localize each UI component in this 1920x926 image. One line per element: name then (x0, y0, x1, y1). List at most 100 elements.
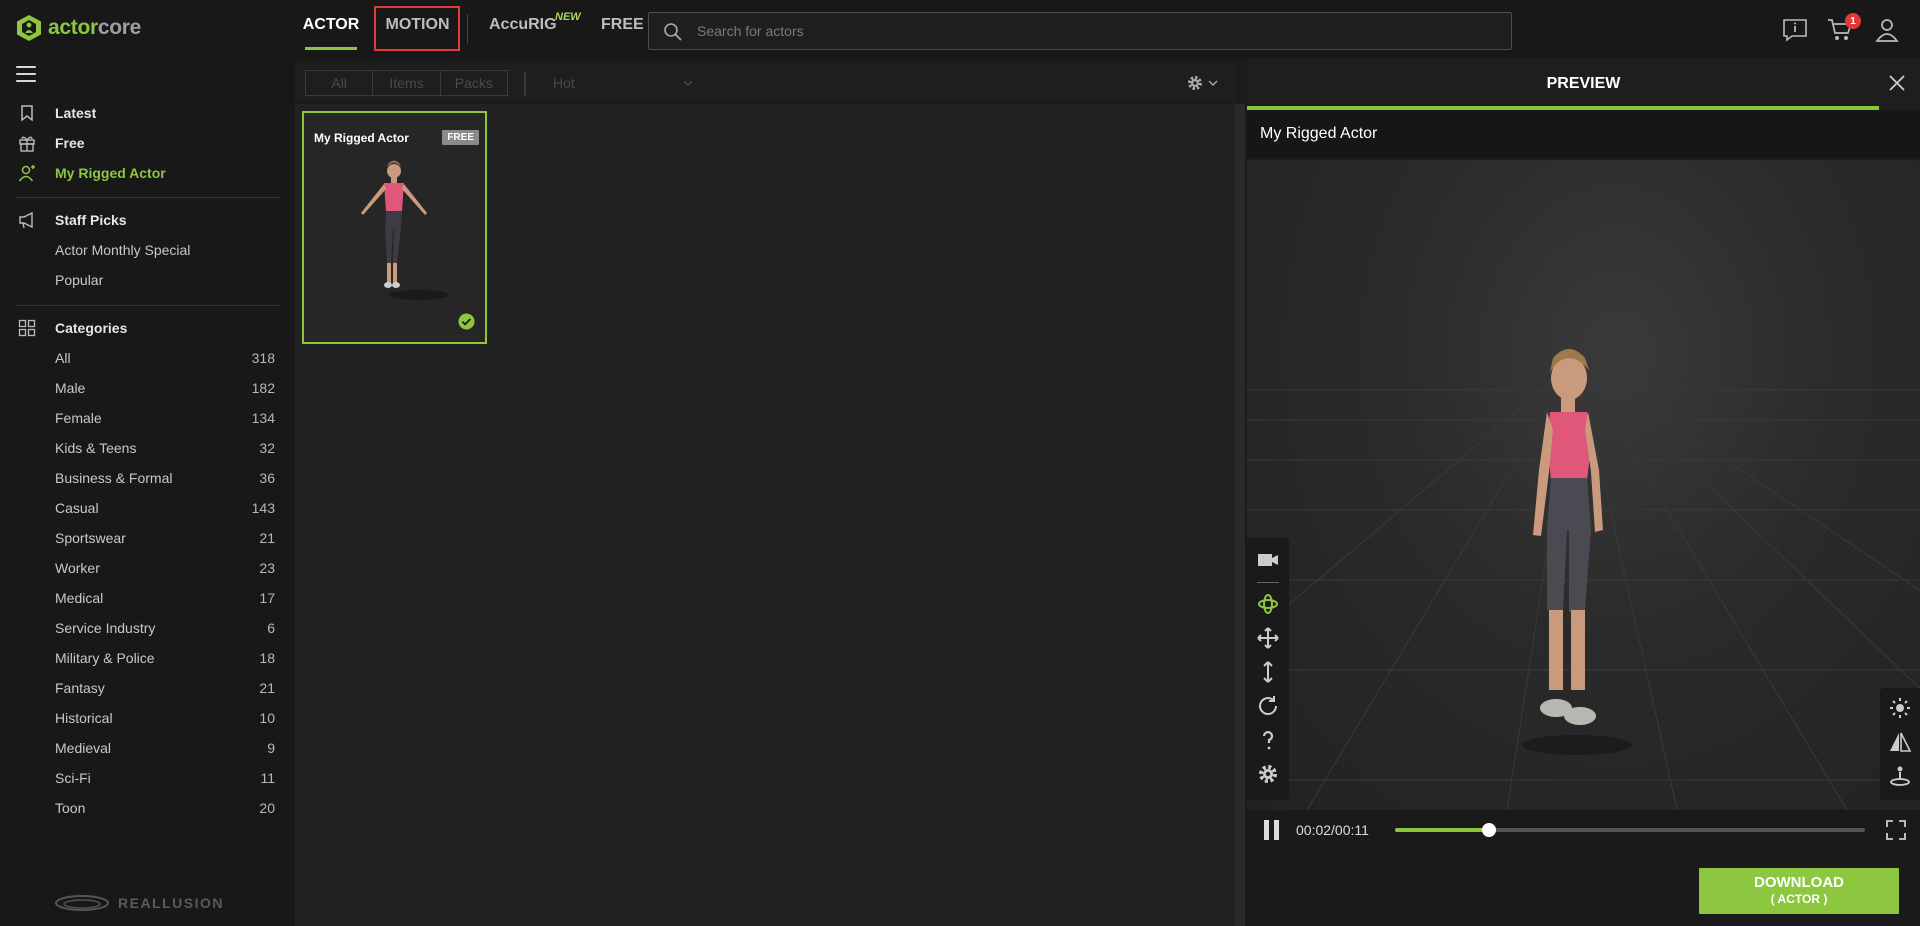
category-label: Historical (55, 710, 113, 726)
sidebar: actorcore Latest Free My Rigged Actor St… (0, 0, 295, 926)
sidebar-item-actor-monthly-special[interactable]: Actor Monthly Special (0, 235, 295, 265)
camera-icon[interactable] (1256, 548, 1280, 572)
menu-icon[interactable] (16, 66, 36, 82)
sidebar-item-categories[interactable]: Categories (0, 313, 295, 343)
category-item[interactable]: Male 182 (0, 373, 295, 403)
sidebar-item-label: Latest (55, 105, 97, 121)
preview-header: PREVIEW (1247, 58, 1920, 110)
playback-bar: 00:02/00:11 (1247, 810, 1920, 850)
category-count: 36 (259, 470, 275, 486)
sidebar-divider (15, 305, 280, 306)
actorcore-logo[interactable]: actorcore (16, 14, 141, 42)
sidebar-item-popular[interactable]: Popular (0, 265, 295, 295)
category-label: Male (55, 380, 86, 396)
sort-dropdown[interactable]: Hot (547, 70, 707, 96)
search-input[interactable] (697, 13, 1497, 49)
cart-count-badge: 1 (1845, 13, 1861, 29)
progress-fill (1395, 828, 1489, 832)
fullscreen-icon[interactable] (1886, 820, 1906, 840)
category-label: Medical (55, 590, 104, 606)
sort-value: Hot (553, 75, 575, 91)
sidebar-item-staff-picks[interactable]: Staff Picks (0, 205, 295, 235)
reset-icon[interactable] (1256, 694, 1280, 718)
gift-icon (19, 136, 35, 152)
reallusion-logo: REALLUSION (54, 893, 224, 913)
category-count: 20 (259, 800, 275, 816)
tab-actor[interactable]: ACTOR (302, 0, 360, 50)
ground-icon[interactable] (1888, 764, 1912, 788)
category-item[interactable]: Medieval 9 (0, 733, 295, 763)
filter-separator (524, 72, 526, 96)
category-item[interactable]: Historical 10 (0, 703, 295, 733)
info-icon[interactable] (1782, 17, 1808, 43)
playback-time: 00:02/00:11 (1296, 822, 1369, 838)
progress-knob[interactable] (1482, 823, 1496, 837)
category-item[interactable]: Service Industry 6 (0, 613, 295, 643)
move-icon[interactable] (1256, 626, 1280, 650)
category-item[interactable]: Business & Formal 36 (0, 463, 295, 493)
reallusion-mark-icon (55, 895, 109, 911)
check-circle-icon (458, 313, 475, 330)
segment-items[interactable]: Items (373, 71, 441, 95)
mirror-icon[interactable] (1888, 730, 1912, 754)
sidebar-item-label: Free (55, 135, 85, 151)
actor-card[interactable]: My Rigged Actor FREE (302, 111, 487, 344)
3d-viewport[interactable] (1247, 160, 1920, 810)
category-count: 143 (251, 500, 275, 516)
close-icon[interactable] (1888, 74, 1906, 92)
category-item[interactable]: Military & Police 18 (0, 643, 295, 673)
category-item[interactable]: Fantasy 21 (0, 673, 295, 703)
sidebar-item-label: Popular (55, 272, 104, 288)
category-item[interactable]: Medical 17 (0, 583, 295, 613)
tab-accurig[interactable]: AccuRIG (489, 0, 557, 50)
tab-free[interactable]: FREE (601, 0, 644, 50)
category-item[interactable]: Toon 20 (0, 793, 295, 823)
sidebar-divider (15, 197, 280, 198)
category-item[interactable]: Worker 23 (0, 553, 295, 583)
segment-all[interactable]: All (306, 71, 374, 95)
tab-active-underline (305, 47, 357, 50)
new-badge: NEW (555, 11, 581, 23)
category-count: 134 (251, 410, 275, 426)
playback-progress-slider[interactable] (1395, 823, 1865, 837)
sidebar-item-my-rigged-actor[interactable]: My Rigged Actor (0, 158, 295, 188)
category-label: Business & Formal (55, 470, 173, 486)
pause-button[interactable] (1264, 820, 1280, 840)
vertical-move-icon[interactable] (1256, 660, 1280, 684)
category-count: 11 (260, 770, 275, 786)
tab-actor-label: ACTOR (302, 16, 360, 33)
grid-scrollbar[interactable] (1235, 104, 1245, 926)
category-item[interactable]: Sportswear 21 (0, 523, 295, 553)
category-item[interactable]: All 318 (0, 343, 295, 373)
category-item[interactable]: Kids & Teens 32 (0, 433, 295, 463)
category-count: 318 (251, 350, 275, 366)
category-label: Sportswear (55, 530, 126, 546)
reallusion-text: REALLUSION (118, 895, 224, 911)
sidebar-item-free[interactable]: Free (0, 128, 295, 158)
orbit-icon[interactable] (1256, 592, 1280, 616)
category-label: Service Industry (55, 620, 156, 636)
sidebar-item-latest[interactable]: Latest (0, 98, 295, 128)
category-item[interactable]: Sci-Fi 11 (0, 763, 295, 793)
bookmark-icon (21, 105, 33, 122)
tab-motion-label: MOTION (385, 16, 450, 33)
gear-icon[interactable] (1256, 762, 1280, 786)
category-count: 6 (267, 620, 275, 636)
preview-actor-name: My Rigged Actor (1247, 110, 1920, 158)
category-count: 10 (259, 710, 275, 726)
user-icon[interactable] (1874, 17, 1900, 43)
tab-motion[interactable]: MOTION (375, 0, 460, 50)
segment-packs[interactable]: Packs (441, 71, 507, 95)
download-button[interactable]: DOWNLOAD ( ACTOR ) (1699, 868, 1899, 914)
help-icon[interactable] (1256, 728, 1280, 752)
category-count: 182 (251, 380, 275, 396)
category-count: 21 (259, 530, 275, 546)
light-icon[interactable] (1888, 696, 1912, 720)
view-settings-button[interactable] (1186, 72, 1226, 94)
category-label: Worker (55, 560, 100, 576)
preview-panel: PREVIEW My Rigged Actor 00:02/00:11 DOWN… (1247, 58, 1920, 926)
category-item[interactable]: Female 134 (0, 403, 295, 433)
card-title: My Rigged Actor (314, 131, 409, 145)
viewport-toolbar-right (1880, 688, 1920, 800)
category-item[interactable]: Casual 143 (0, 493, 295, 523)
